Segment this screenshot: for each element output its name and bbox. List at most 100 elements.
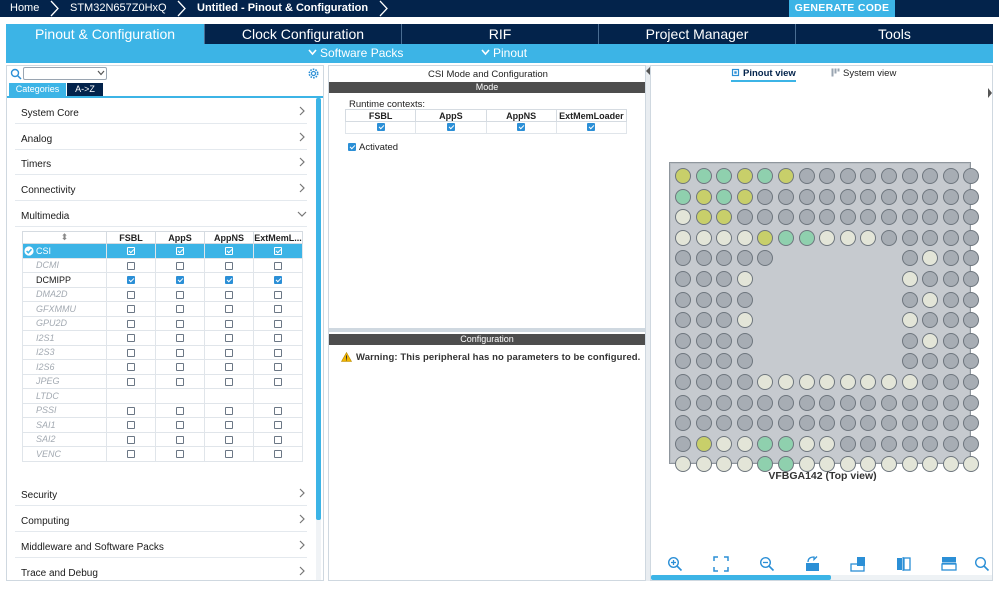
pin[interactable] bbox=[901, 188, 918, 205]
pin[interactable] bbox=[675, 394, 691, 411]
pin[interactable] bbox=[942, 209, 959, 226]
pin[interactable] bbox=[819, 209, 836, 226]
context-checkbox[interactable] bbox=[225, 377, 233, 386]
pin[interactable] bbox=[736, 291, 753, 308]
peripheral-row[interactable]: I2S1 bbox=[22, 330, 303, 346]
peripheral-name-cell[interactable]: JPEG bbox=[22, 373, 107, 389]
pin[interactable] bbox=[798, 374, 815, 390]
pin[interactable] bbox=[881, 229, 897, 246]
search-icon[interactable] bbox=[10, 68, 22, 80]
pin[interactable] bbox=[963, 209, 980, 226]
pin[interactable] bbox=[695, 209, 712, 226]
pin[interactable] bbox=[901, 415, 918, 432]
peripheral-name-cell[interactable]: GFXMMU bbox=[22, 301, 107, 317]
pin[interactable] bbox=[757, 435, 774, 452]
peripheral-name-cell[interactable]: DCMIPP bbox=[22, 272, 107, 288]
context-checkbox[interactable] bbox=[225, 319, 233, 328]
context-checkbox[interactable] bbox=[225, 435, 233, 444]
context-checkbox[interactable] bbox=[176, 435, 184, 444]
pin[interactable] bbox=[675, 374, 691, 390]
tab-a-to-z[interactable]: A->Z bbox=[67, 83, 103, 96]
category-connectivity[interactable]: Connectivity bbox=[15, 179, 307, 201]
pin[interactable] bbox=[839, 435, 856, 452]
context-checkbox[interactable] bbox=[225, 247, 233, 256]
pin[interactable] bbox=[881, 209, 897, 226]
pin[interactable] bbox=[922, 291, 939, 308]
activated-checkbox[interactable] bbox=[348, 143, 356, 152]
context-checkbox[interactable] bbox=[225, 305, 233, 314]
context-checkbox[interactable] bbox=[176, 377, 184, 386]
pin[interactable] bbox=[675, 312, 691, 329]
pin[interactable] bbox=[736, 168, 753, 184]
peripheral-name-cell[interactable]: DMA2D bbox=[22, 286, 107, 302]
context-checkbox[interactable] bbox=[127, 276, 135, 285]
pin[interactable] bbox=[839, 209, 856, 226]
pin[interactable] bbox=[942, 374, 959, 390]
pin[interactable] bbox=[675, 168, 691, 184]
pin[interactable] bbox=[819, 394, 836, 411]
pin[interactable] bbox=[675, 291, 691, 308]
breadcrumb-project[interactable]: Untitled - Pinout & Configuration bbox=[197, 0, 368, 17]
pin[interactable] bbox=[901, 209, 918, 226]
peripheral-name-cell[interactable]: VENC bbox=[22, 446, 107, 462]
peripheral-name-cell[interactable]: DCMI bbox=[22, 257, 107, 273]
tab-project-manager[interactable]: Project Manager bbox=[599, 24, 795, 44]
category-computing[interactable]: Computing bbox=[15, 510, 307, 532]
context-checkbox-appns[interactable] bbox=[517, 123, 526, 132]
pin[interactable] bbox=[778, 374, 794, 390]
category-security[interactable]: Security bbox=[15, 484, 307, 506]
peripheral-row[interactable]: PSSI bbox=[22, 402, 303, 418]
context-checkbox[interactable] bbox=[225, 290, 233, 299]
pin[interactable] bbox=[963, 271, 980, 287]
sort-header[interactable]: ⬍ bbox=[22, 231, 107, 244]
pin[interactable] bbox=[942, 394, 959, 411]
pin[interactable] bbox=[901, 312, 918, 329]
context-checkbox[interactable] bbox=[127, 290, 135, 299]
tab-pinout-view[interactable]: Pinout view bbox=[731, 68, 796, 82]
peripheral-row[interactable]: GFXMMU bbox=[22, 301, 303, 317]
pin[interactable] bbox=[901, 291, 918, 308]
pin[interactable] bbox=[736, 271, 753, 287]
pin[interactable] bbox=[695, 353, 712, 370]
pin[interactable] bbox=[695, 415, 712, 432]
tab-categories[interactable]: Categories bbox=[9, 83, 66, 96]
pin[interactable] bbox=[819, 415, 836, 432]
split-vertical-icon[interactable] bbox=[896, 556, 912, 572]
pin[interactable] bbox=[942, 332, 959, 349]
pin[interactable] bbox=[757, 250, 774, 267]
pin[interactable] bbox=[922, 168, 939, 184]
peripheral-row[interactable]: JPEG bbox=[22, 373, 303, 389]
scrollbar-thumb[interactable] bbox=[316, 98, 321, 520]
pin[interactable] bbox=[901, 271, 918, 287]
context-checkbox[interactable] bbox=[225, 261, 233, 270]
context-checkbox[interactable] bbox=[225, 334, 233, 343]
pin[interactable] bbox=[942, 271, 959, 287]
pin[interactable] bbox=[942, 188, 959, 205]
pin[interactable] bbox=[881, 415, 897, 432]
scrollbar-thumb[interactable] bbox=[651, 575, 831, 580]
peripheral-name-cell[interactable]: I2S6 bbox=[22, 359, 107, 375]
flip-icon[interactable] bbox=[850, 556, 866, 572]
pin[interactable] bbox=[819, 435, 836, 452]
pin[interactable] bbox=[942, 291, 959, 308]
rotate-icon[interactable] bbox=[805, 556, 821, 572]
context-checkbox[interactable] bbox=[274, 276, 282, 285]
pin[interactable] bbox=[695, 374, 712, 390]
pin[interactable] bbox=[716, 374, 733, 390]
pin[interactable] bbox=[778, 415, 794, 432]
peripheral-row[interactable]: CSI bbox=[22, 243, 303, 259]
pin[interactable] bbox=[778, 188, 794, 205]
context-checkbox[interactable] bbox=[274, 363, 282, 372]
context-checkbox[interactable] bbox=[176, 319, 184, 328]
pin[interactable] bbox=[839, 394, 856, 411]
context-checkbox[interactable] bbox=[127, 261, 135, 270]
pin[interactable] bbox=[901, 435, 918, 452]
fit-screen-icon[interactable] bbox=[713, 556, 729, 572]
pin[interactable] bbox=[716, 415, 733, 432]
pin[interactable] bbox=[675, 435, 691, 452]
context-checkbox[interactable] bbox=[225, 406, 233, 415]
pin[interactable] bbox=[757, 209, 774, 226]
pin[interactable] bbox=[942, 168, 959, 184]
pin[interactable] bbox=[839, 188, 856, 205]
pin[interactable] bbox=[922, 394, 939, 411]
